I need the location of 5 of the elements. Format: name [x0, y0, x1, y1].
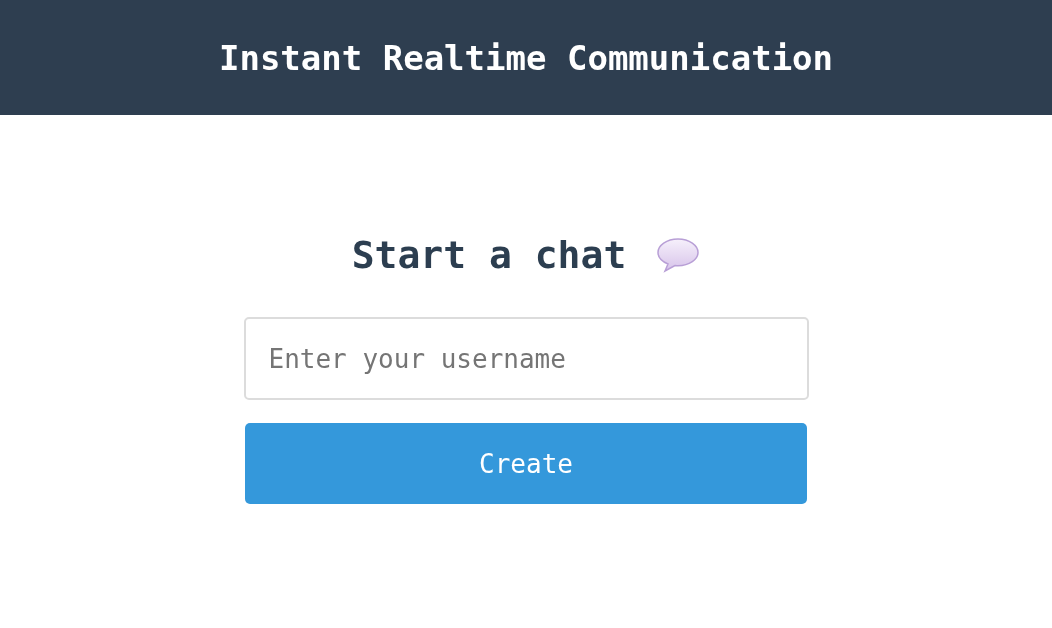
app-title: Instant Realtime Communication [218, 37, 834, 78]
speech-bubble-icon [656, 237, 701, 273]
username-field[interactable]: Enter your username [243, 317, 809, 400]
create-button[interactable]: Create [245, 423, 807, 504]
form-heading: Start a chat [351, 233, 627, 277]
